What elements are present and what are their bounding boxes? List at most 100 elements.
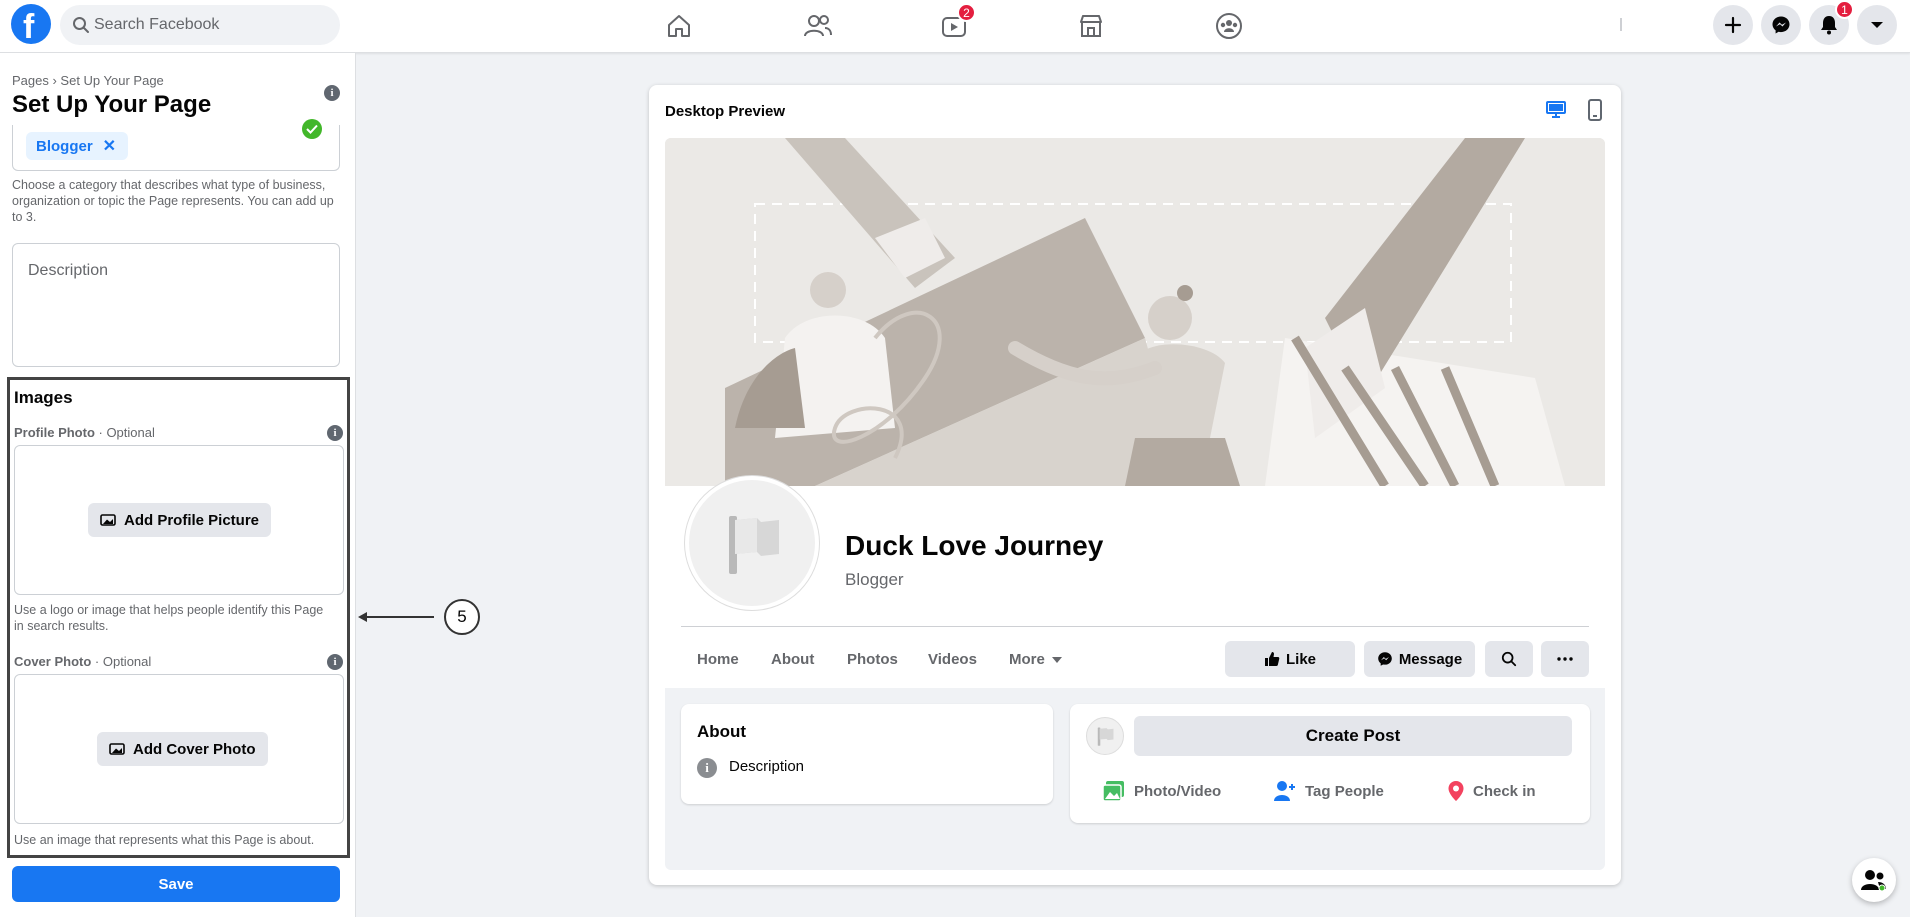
tag-people-option[interactable]: Tag People	[1273, 780, 1384, 802]
more-options-button[interactable]	[1541, 641, 1589, 677]
tab-photos[interactable]: Photos	[847, 651, 898, 668]
messenger-icon	[1378, 652, 1392, 666]
create-button[interactable]	[1713, 5, 1753, 45]
page-avatar	[685, 476, 819, 610]
add-profile-picture-button[interactable]: Add Profile Picture	[88, 503, 272, 537]
add-cover-photo-button[interactable]: Add Cover Photo	[97, 732, 268, 766]
friends-icon	[804, 15, 832, 37]
page-profile-header: Duck Love Journey Blogger Home About Pho…	[665, 476, 1605, 688]
create-post-button[interactable]: Create Post	[1134, 716, 1572, 756]
tab-about[interactable]: About	[771, 651, 814, 668]
top-navigation-bar: f 2 1	[0, 0, 1910, 53]
more-icon	[1557, 657, 1573, 661]
profile-photo-dropzone[interactable]: Add Profile Picture	[14, 445, 344, 595]
flag-icon	[729, 516, 779, 574]
page-name: Duck Love Journey	[845, 530, 1104, 561]
header-divider	[681, 626, 1589, 627]
annotation-arrow-head	[358, 612, 367, 622]
about-description: Description	[729, 758, 805, 775]
profile-photo-label-text: Profile Photo	[14, 425, 95, 440]
images-section: Images Profile Photo · Optional i Add Pr…	[7, 377, 350, 858]
images-heading: Images	[14, 388, 73, 407]
about-title: About	[697, 722, 747, 741]
nav-watch[interactable]: 2	[932, 3, 976, 48]
account-menu-button[interactable]	[1857, 5, 1897, 45]
save-button[interactable]: Save	[12, 866, 340, 902]
notifications-badge: 1	[1835, 0, 1854, 19]
search-input[interactable]	[94, 5, 330, 45]
photo-video-label: Photo/Video	[1134, 782, 1222, 800]
tab-more-label: More	[1009, 651, 1045, 668]
annotation-step-marker: 5	[444, 599, 480, 635]
caret-down-icon	[1871, 22, 1883, 28]
info-icon[interactable]: i	[324, 85, 340, 101]
profile-photo-help-text: Use a logo or image that helps people id…	[14, 603, 324, 633]
bell-icon	[1821, 16, 1837, 35]
info-icon: i	[697, 758, 717, 778]
close-icon[interactable]: ✕	[103, 136, 116, 156]
like-button[interactable]: Like	[1225, 641, 1355, 677]
cover-photo-help-text: Use an image that represents what this P…	[14, 833, 315, 847]
message-button[interactable]: Message	[1364, 641, 1475, 677]
people-icon	[1861, 870, 1886, 892]
cover-photo-dropzone[interactable]: Add Cover Photo	[14, 674, 344, 824]
profile-photo-optional: · Optional	[94, 425, 155, 440]
breadcrumb[interactable]: Pages › Set Up Your Page	[12, 73, 164, 88]
thumbs-up-icon	[1264, 652, 1280, 666]
description-input[interactable]	[28, 262, 328, 357]
topbar-separator	[1620, 18, 1622, 31]
mobile-icon[interactable]	[1587, 99, 1603, 126]
marketplace-icon	[1080, 15, 1102, 37]
groups-icon	[1216, 13, 1242, 39]
about-card: About i Description	[681, 704, 1053, 804]
tag-people-icon	[1274, 781, 1295, 801]
category-help-text: Choose a category that describes what ty…	[12, 178, 334, 224]
cover-photo-label-text: Cover Photo	[14, 654, 92, 669]
plus-icon	[1724, 16, 1742, 34]
category-chip-label: Blogger	[36, 137, 93, 155]
post-avatar	[1086, 717, 1124, 755]
search-icon	[73, 17, 89, 33]
category-field[interactable]: Blogger ✕	[12, 125, 340, 171]
facebook-logo[interactable]: f	[11, 4, 51, 46]
message-label: Message	[1398, 650, 1463, 668]
home-icon	[668, 15, 690, 37]
notifications-button[interactable]: 1	[1809, 0, 1854, 45]
create-post-card: Create Post Photo/Video Tag People Check…	[1070, 704, 1590, 823]
check-icon	[302, 119, 322, 139]
search-page-button[interactable]	[1485, 641, 1533, 677]
flag-icon	[1097, 727, 1114, 746]
photo-video-option[interactable]: Photo/Video	[1102, 780, 1221, 802]
caret-down-icon	[1051, 656, 1062, 663]
nav-groups[interactable]	[1207, 4, 1251, 48]
check-in-option[interactable]: Check in	[1447, 780, 1536, 802]
add-profile-picture-label: Add Profile Picture	[124, 511, 260, 529]
page-title: Set Up Your Page	[12, 91, 212, 118]
tab-videos[interactable]: Videos	[928, 651, 977, 668]
profile-photo-label: Profile Photo · Optional	[14, 425, 155, 440]
tab-more[interactable]: More	[1009, 651, 1063, 668]
page-preview: Duck Love Journey Blogger Home About Pho…	[665, 138, 1605, 870]
nav-home[interactable]	[657, 4, 701, 48]
desktop-preview-card: Desktop Preview Duck Love Journey Blogge…	[649, 85, 1621, 885]
facebook-logo-letter: f	[23, 8, 35, 46]
messenger-button[interactable]	[1761, 5, 1801, 45]
cover-photo-info-icon[interactable]: i	[327, 654, 343, 670]
description-field[interactable]	[12, 243, 340, 367]
location-pin-icon	[1448, 781, 1464, 801]
photo-icon	[1102, 781, 1124, 802]
desktop-icon[interactable]	[1545, 99, 1567, 124]
like-label: Like	[1285, 650, 1316, 668]
messenger-icon	[1772, 16, 1790, 34]
image-icon	[109, 743, 125, 755]
search-bar[interactable]	[60, 5, 340, 45]
nav-friends[interactable]	[796, 4, 840, 48]
cover-photo-label: Cover Photo · Optional	[14, 654, 151, 669]
cover-photo-optional: · Optional	[91, 654, 152, 669]
tab-home[interactable]: Home	[697, 651, 739, 668]
preview-title: Desktop Preview	[665, 103, 786, 120]
contacts-chat-button[interactable]	[1852, 858, 1896, 902]
category-chip: Blogger ✕	[26, 132, 129, 160]
nav-marketplace[interactable]	[1069, 4, 1113, 48]
profile-photo-info-icon[interactable]: i	[327, 425, 343, 441]
